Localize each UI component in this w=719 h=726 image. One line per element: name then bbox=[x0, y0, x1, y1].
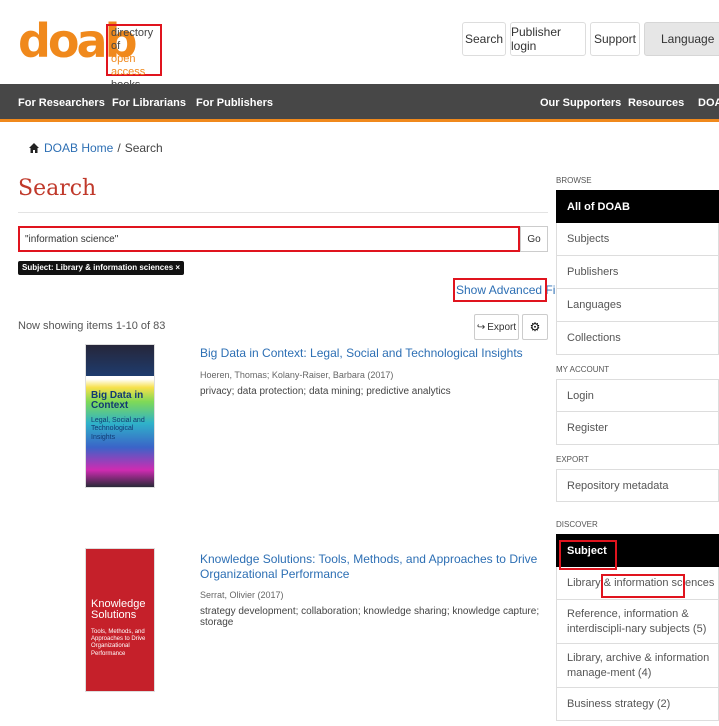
result-title-link[interactable]: Knowledge Solutions: Tools, Methods, and… bbox=[200, 552, 545, 582]
account-heading: MY ACCOUNT bbox=[556, 365, 610, 374]
sidebar-item-register[interactable]: Register bbox=[556, 412, 719, 445]
publisher-login-button[interactable]: Publisher login bbox=[510, 22, 586, 56]
active-filter-tag[interactable]: Subject: Library & information sciences … bbox=[18, 261, 185, 275]
nav-for-researchers[interactable]: For Researchers bbox=[18, 84, 105, 122]
result-title-link[interactable]: Big Data in Context: Legal, Social and T… bbox=[200, 346, 545, 361]
export-icon: ↪ bbox=[476, 321, 486, 333]
book-cover[interactable]: Knowledge Solutions Tools, Methods, and … bbox=[85, 548, 155, 692]
result-authors: Hoeren, Thomas; Kolany-Raiser, Barbara (… bbox=[200, 370, 394, 380]
sidebar-item-repository-metadata[interactable]: Repository metadata bbox=[556, 469, 719, 502]
nav-for-publishers[interactable]: For Publishers bbox=[196, 84, 273, 122]
nav-for-librarians[interactable]: For Librarians bbox=[112, 84, 186, 122]
nav-resources[interactable]: Resources bbox=[628, 84, 684, 122]
sidebar-item-subject[interactable]: Subject bbox=[556, 534, 719, 567]
nav-our-supporters[interactable]: Our Supporters bbox=[540, 84, 621, 122]
breadcrumb-home-link[interactable]: DOAB Home bbox=[44, 141, 113, 155]
search-input[interactable] bbox=[18, 226, 520, 252]
main-nav: For Researchers For Librarians For Publi… bbox=[0, 84, 719, 122]
sidebar-item-collections[interactable]: Collections bbox=[556, 322, 719, 355]
cover-subtitle: Tools, Methods, and Approaches to Drive … bbox=[91, 629, 146, 657]
sidebar-item-library-archive[interactable]: Library, archive & information manage-me… bbox=[556, 644, 719, 688]
gear-icon: ⚙ bbox=[529, 320, 541, 334]
sidebar-item-publishers[interactable]: Publishers bbox=[556, 256, 719, 289]
browse-heading: BROWSE bbox=[556, 176, 592, 185]
result-keywords: strategy development; collaboration; kno… bbox=[200, 606, 540, 628]
settings-button[interactable]: ⚙ bbox=[522, 314, 548, 340]
result-keywords: privacy; data protection; data mining; p… bbox=[200, 386, 451, 397]
language-dropdown[interactable]: Language ✔ bbox=[644, 22, 719, 56]
search-form: Go bbox=[18, 226, 548, 252]
title-divider bbox=[18, 212, 548, 213]
discover-heading: DISCOVER bbox=[556, 520, 598, 529]
result-authors: Serrat, Olivier (2017) bbox=[200, 590, 284, 600]
sidebar-item-reference-information[interactable]: Reference, information & interdiscipli-n… bbox=[556, 600, 719, 644]
export-button[interactable]: ↪ Export bbox=[474, 314, 519, 340]
breadcrumb-separator: / bbox=[117, 141, 121, 155]
sidebar-item-business-strategy[interactable]: Business strategy (2) bbox=[556, 688, 719, 721]
tagline-line1: directory of bbox=[111, 27, 154, 52]
cover-title: Big Data in Context bbox=[91, 390, 144, 411]
sidebar: BROWSE All of DOAB Subjects Publishers L… bbox=[556, 172, 719, 721]
page-title: Search bbox=[18, 176, 97, 201]
language-label: Language bbox=[661, 32, 715, 46]
export-label: Export bbox=[487, 321, 517, 333]
breadcrumb-current: Search bbox=[124, 141, 163, 155]
logo-tagline: directory of open access books bbox=[106, 24, 162, 91]
sidebar-item-languages[interactable]: Languages bbox=[556, 289, 719, 322]
breadcrumb: DOAB Home / Search bbox=[28, 141, 163, 155]
nav-doab[interactable]: DOAB bbox=[698, 84, 719, 122]
go-button[interactable]: Go bbox=[520, 226, 548, 252]
book-cover[interactable]: Big Data in Context Legal, Social and Te… bbox=[85, 344, 155, 488]
cover-title: Knowledge Solutions bbox=[91, 598, 146, 621]
doab-logo[interactable]: doab bbox=[18, 12, 137, 70]
support-button[interactable]: Support bbox=[590, 22, 640, 56]
home-icon bbox=[29, 143, 39, 153]
results-count: Now showing items 1-10 of 83 bbox=[18, 320, 166, 332]
sidebar-item-all-of-doab[interactable]: All of DOAB bbox=[556, 190, 719, 223]
search-button[interactable]: Search bbox=[462, 22, 506, 56]
site-header: doab directory of open access books Sear… bbox=[0, 0, 719, 91]
tagline-line2: open access bbox=[111, 53, 146, 78]
sidebar-item-login[interactable]: Login bbox=[556, 379, 719, 412]
sidebar-item-library-information-sciences[interactable]: Library & information sciences (83) bbox=[556, 567, 719, 600]
sidebar-item-subjects[interactable]: Subjects bbox=[556, 223, 719, 256]
cover-subtitle: Legal, Social and Technological Insights bbox=[91, 417, 145, 441]
export-heading: EXPORT bbox=[556, 455, 589, 464]
